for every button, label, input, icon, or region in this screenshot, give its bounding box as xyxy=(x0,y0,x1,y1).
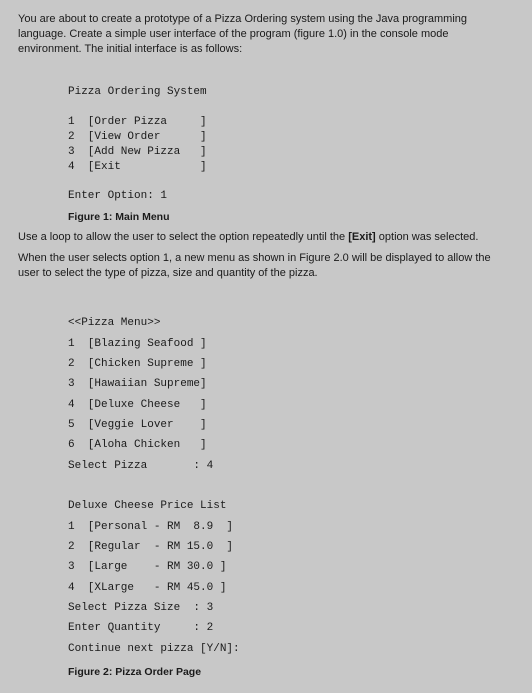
loop-paragraph: Use a loop to allow the user to select t… xyxy=(18,230,514,245)
main-menu-title: Pizza Ordering System xyxy=(68,86,207,98)
exit-bold: [Exit] xyxy=(348,231,376,243)
price-4: 4 [XLarge - RM 45.0 ] xyxy=(68,582,226,594)
price-1: 1 [Personal - RM 8.9 ] xyxy=(68,521,233,533)
figure-1-caption: Figure 1: Main Menu xyxy=(68,210,514,224)
main-menu-option-3: 3 [Add New Pizza ] xyxy=(68,146,207,158)
select-pizza-prompt: Select Pizza : 4 xyxy=(68,460,213,472)
figure-2-caption: Figure 2: Pizza Order Page xyxy=(68,665,514,679)
pizza-item-1: 1 [Blazing Seafood ] xyxy=(68,338,207,350)
price-3: 3 [Large - RM 30.0 ] xyxy=(68,561,226,573)
price-2: 2 [Regular - RM 15.0 ] xyxy=(68,541,233,553)
main-menu-prompt: Enter Option: 1 xyxy=(68,190,167,202)
continue-prompt: Continue next pizza [Y/N]: xyxy=(68,643,240,655)
loop-text-a: Use a loop to allow the user to select t… xyxy=(18,231,348,243)
pizza-item-6: 6 [Aloha Chicken ] xyxy=(68,439,207,451)
intro-paragraph: You are about to create a prototype of a… xyxy=(18,12,514,57)
main-menu-option-1: 1 [Order Pizza ] xyxy=(68,116,207,128)
pizza-item-3: 3 [Hawaiian Supreme] xyxy=(68,378,207,390)
loop-text-c: option was selected. xyxy=(376,231,479,243)
price-list-title: Deluxe Cheese Price List xyxy=(68,500,226,512)
main-menu-option-4: 4 [Exit ] xyxy=(68,161,207,173)
pizza-menu-title: <<Pizza Menu>> xyxy=(68,317,160,329)
quantity-prompt: Enter Quantity : 2 xyxy=(68,622,213,634)
main-menu-option-2: 2 [View Order ] xyxy=(68,131,207,143)
pizza-menu-block: <<Pizza Menu>> 1 [Blazing Seafood ] 2 [C… xyxy=(68,293,514,659)
pizza-item-2: 2 [Chicken Supreme ] xyxy=(68,358,207,370)
pizza-item-4: 4 [Deluxe Cheese ] xyxy=(68,399,207,411)
option1-paragraph: When the user selects option 1, a new me… xyxy=(18,251,514,281)
select-size-prompt: Select Pizza Size : 3 xyxy=(68,602,213,614)
pizza-item-5: 5 [Veggie Lover ] xyxy=(68,419,207,431)
main-menu-block: Pizza Ordering System 1 [Order Pizza ] 2… xyxy=(68,71,514,205)
